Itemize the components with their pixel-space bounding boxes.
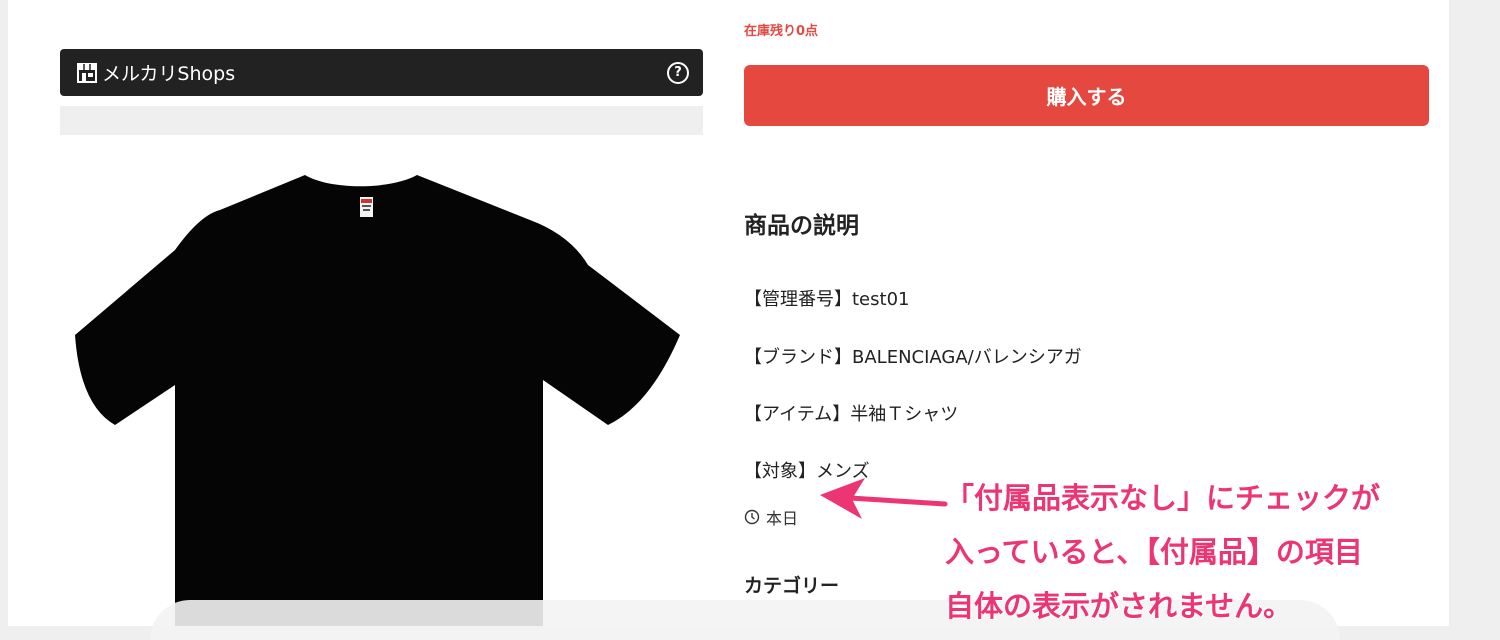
annotation-line: 「付属品表示なし」にチェックが [945, 481, 1381, 515]
annotation-line: 入っていると、【付属品】の項目 [945, 535, 1363, 569]
category-title: カテゴリー [744, 575, 840, 597]
help-icon[interactable]: ? [667, 61, 689, 84]
description-line: 【アイテム】半袖Ｔシャツ [744, 404, 959, 425]
description-title: 商品の説明 [744, 213, 859, 239]
posted-date: 本日 [744, 505, 798, 529]
posted-label: 本日 [766, 509, 799, 528]
store-icon [77, 62, 97, 83]
stock-text: 在庫残り0点 [744, 24, 819, 39]
product-image[interactable] [60, 135, 703, 626]
description-line: 【ブランド】BALENCIAGA/バレンシアガ [744, 347, 1082, 368]
divider-strip [60, 106, 703, 135]
shops-name: メルカリShops [102, 63, 236, 85]
arrow-left-icon [820, 478, 948, 519]
annotation-text: 「付属品表示なし」にチェックが 入っていると、【付属品】の項目 自体の表示がされ… [945, 471, 1445, 633]
annotation-line: 自体の表示がされません。 [945, 589, 1293, 623]
shops-bar[interactable]: メルカリShops ? [60, 49, 703, 96]
clock-icon [744, 509, 760, 525]
tshirt-illustration [75, 175, 680, 626]
buy-button[interactable]: 購入する [744, 65, 1429, 126]
description-line: 【管理番号】test01 [744, 289, 910, 310]
